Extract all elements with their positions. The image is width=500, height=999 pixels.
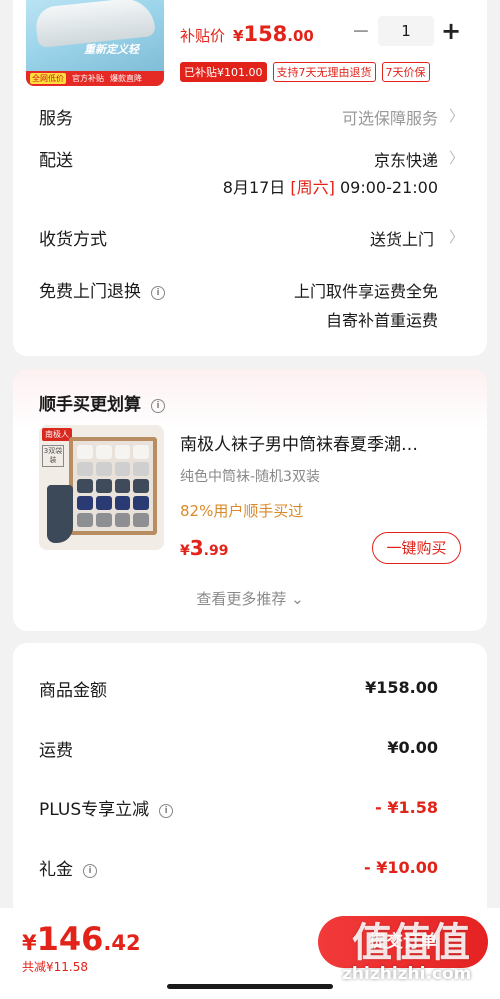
sock-box-image — [69, 437, 157, 535]
sock-image — [47, 485, 73, 543]
delivery-label: 配送 — [39, 151, 73, 171]
subsidy-price-label: 补贴价 — [180, 27, 226, 45]
info-icon[interactable]: i — [83, 864, 97, 878]
receive-method-label: 收货方式 — [39, 230, 107, 250]
price-decimal: .00 — [287, 27, 314, 45]
summary-label: 运费 — [39, 741, 73, 761]
total-currency: ¥ — [22, 931, 37, 955]
price-protect-tag: 7天价保 — [381, 62, 430, 82]
delivery-carrier[interactable]: 京东快递 — [374, 147, 438, 171]
delivery-weekday: [周六] — [290, 178, 335, 197]
free-return-label: 免费上门退换 i — [39, 277, 165, 302]
service-label: 服务 — [39, 109, 73, 129]
info-icon[interactable]: i — [151, 286, 165, 300]
watermark-logo: 值值值 — [352, 920, 470, 966]
recommend-price-currency: ¥ — [180, 543, 190, 559]
recommend-title: 顺手买更划算 i — [39, 390, 165, 415]
chevron-right-icon[interactable]: 〉 — [449, 226, 464, 247]
home-indicator[interactable] — [167, 984, 333, 989]
one-click-buy-button[interactable]: 一键购买 — [372, 532, 461, 564]
price-main: 158 — [243, 22, 288, 46]
chevron-right-icon[interactable]: 〉 — [449, 105, 464, 126]
thumbnail-badge: 爆款直降 — [110, 74, 142, 83]
watermark-url: zhizhizhi.com — [342, 964, 472, 984]
recommend-product-name[interactable]: 南极人袜子男中筒袜春夏季潮… — [180, 430, 460, 455]
summary-value: - ¥1.58 — [375, 798, 438, 817]
total-main: 146 — [36, 920, 104, 958]
quantity-minus-button[interactable]: − — [351, 19, 371, 44]
receive-method-value[interactable]: 送货上门 — [370, 226, 434, 250]
quantity-stepper: − 1 + — [351, 16, 461, 46]
free-return-line1: 上门取件享运费全免 — [293, 282, 438, 301]
free-return-line2: 自寄补首重运费 — [325, 311, 438, 330]
thumbnail-slogan: 重新定义轻 — [84, 43, 139, 56]
delivery-date: 8月17日 — [222, 178, 286, 197]
recommend-price-main: 3 — [189, 536, 204, 560]
see-more-label: 查看更多推荐 — [196, 590, 287, 608]
summary-label: 商品金额 — [39, 681, 107, 701]
plus-discount-label: PLUS专享立减 i — [39, 795, 174, 820]
total-decimal: .42 — [103, 931, 141, 955]
summary-label: PLUS专享立减 — [39, 800, 150, 820]
quantity-plus-button[interactable]: + — [441, 17, 461, 45]
product-thumbnail[interactable]: 重新定义轻 全网低价 官方补贴 爆款直降 — [26, 0, 164, 86]
delivery-time-range: 09:00-21:00 — [340, 178, 438, 197]
thumbnail-badge: 全网低价 — [30, 73, 66, 84]
service-value[interactable]: 可选保障服务 — [342, 105, 438, 129]
thumbnail-badge-strip: 全网低价 官方补贴 爆款直降 — [26, 71, 164, 86]
total-saved: 共减¥11.58 — [22, 960, 88, 974]
quantity-input[interactable]: 1 — [378, 16, 434, 46]
see-more-recommendations[interactable]: 查看更多推荐 ⌄ — [0, 588, 500, 609]
order-total: ¥146.42 — [22, 920, 141, 958]
summary-value: ¥0.00 — [387, 738, 438, 757]
recommend-product-spec: 纯色中筒袜-随机3双装 — [180, 469, 320, 485]
summary-value: - ¥10.00 — [364, 858, 438, 877]
info-icon[interactable]: i — [159, 804, 174, 818]
price-currency: ¥ — [233, 27, 244, 45]
gift-money-label: 礼金 i — [39, 855, 97, 880]
summary-value: ¥158.00 — [365, 678, 438, 697]
recommend-title-text: 顺手买更划算 — [39, 395, 141, 415]
pack-badge: 3双袋装 — [42, 445, 64, 467]
chevron-down-icon: ⌄ — [291, 590, 304, 608]
thumbnail-badge: 官方补贴 — [72, 74, 104, 83]
recommend-price-decimal: .99 — [203, 543, 229, 559]
info-icon[interactable]: i — [151, 399, 165, 413]
chevron-right-icon[interactable]: 〉 — [449, 147, 464, 168]
product-price: 补贴价 ¥ 158 .00 — [180, 22, 314, 46]
recommend-purchase-rate: 82%用户顺手买过 — [180, 502, 304, 520]
product-tags: 已补贴¥101.00 支持7天无理由退货 7天价保 — [180, 62, 430, 82]
recommend-product-image[interactable]: 南极人 3双袋装 — [39, 425, 164, 550]
return-policy-tag: 支持7天无理由退货 — [272, 62, 376, 82]
recommend-price: ¥3.99 — [180, 536, 228, 560]
brand-logo: 南极人 — [42, 428, 72, 441]
subsidy-tag: 已补贴¥101.00 — [180, 62, 267, 82]
summary-label: 礼金 — [39, 860, 73, 880]
free-return-text: 免费上门退换 — [39, 282, 141, 302]
delivery-time[interactable]: 8月17日 [周六] 09:00-21:00 — [223, 174, 438, 198]
